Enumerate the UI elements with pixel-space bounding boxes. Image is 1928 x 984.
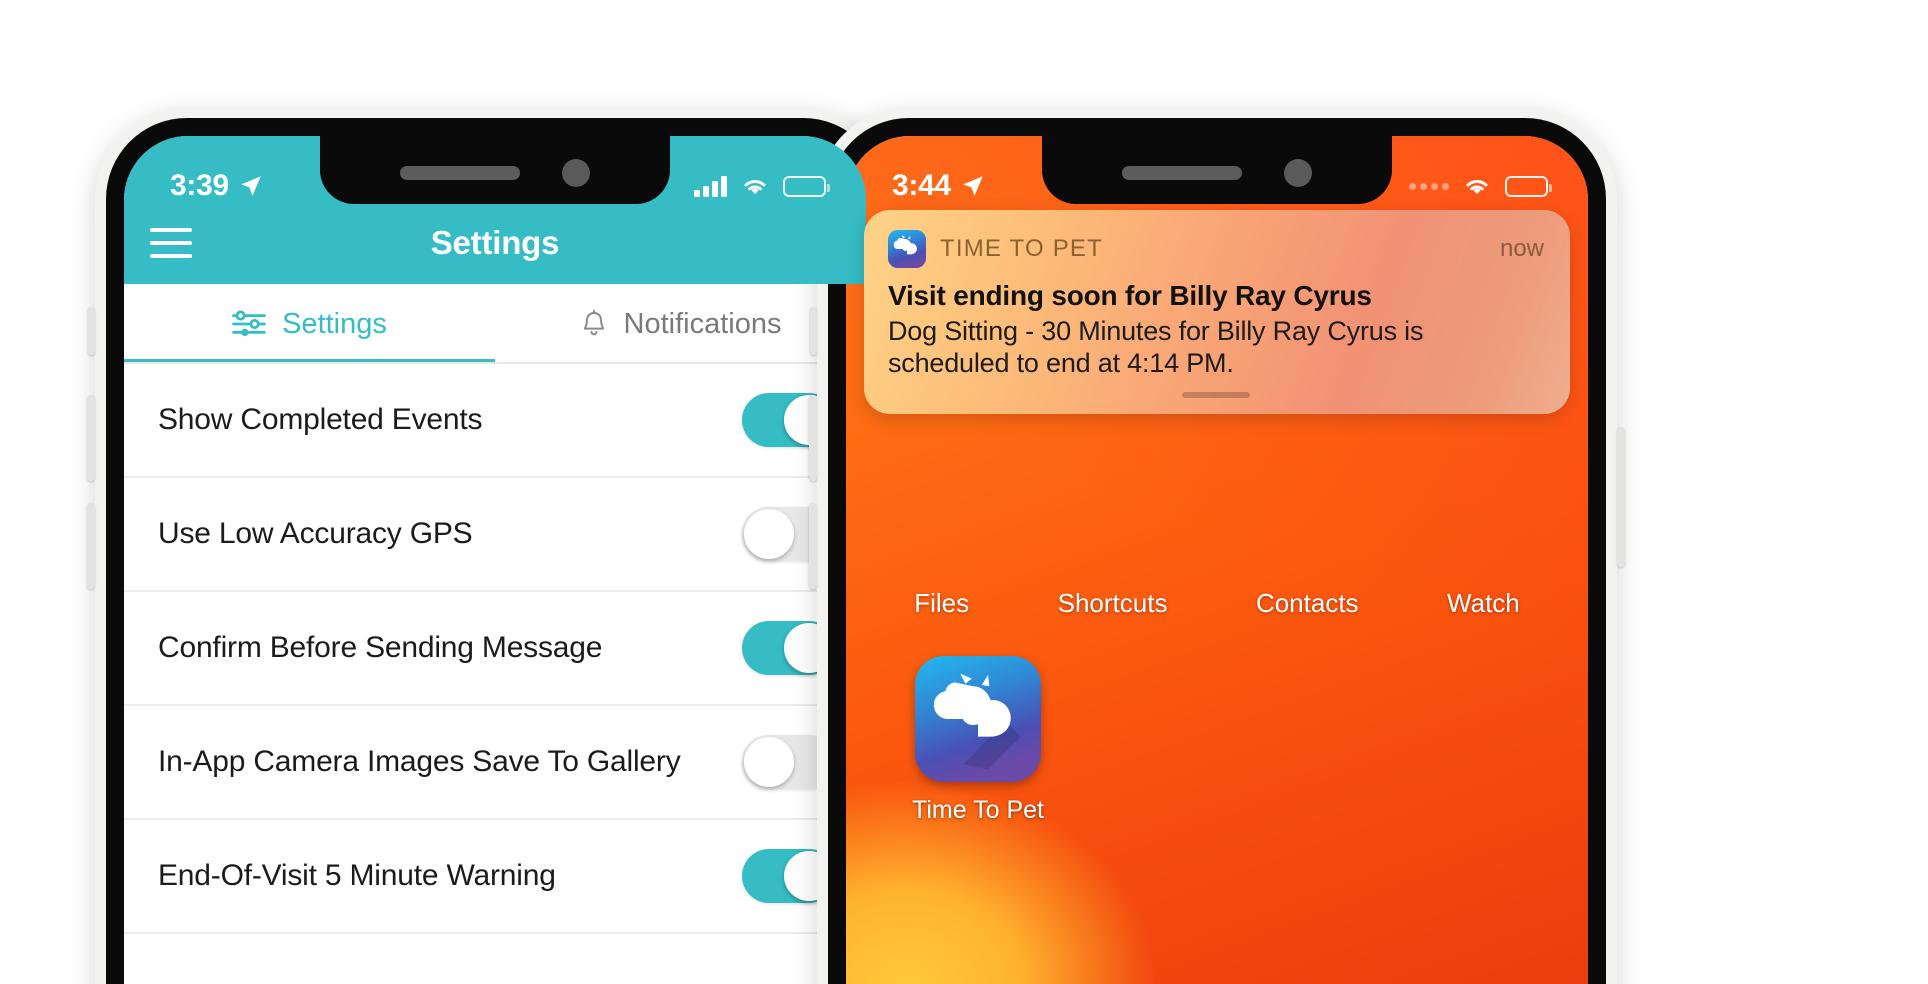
cellular-bars-icon (694, 175, 727, 197)
volume-up-button-right[interactable] (809, 395, 817, 481)
settings-row-label: Confirm Before Sending Message (158, 631, 603, 664)
front-camera-right (1284, 159, 1312, 187)
volume-up-button[interactable] (87, 395, 95, 481)
time-to-pet-app-icon[interactable] (915, 656, 1041, 782)
toggle-knob (744, 737, 794, 787)
volume-down-button[interactable] (87, 503, 95, 589)
wifi-icon (1466, 180, 1488, 195)
location-arrow-icon (963, 176, 983, 196)
status-time-right: 3:44 (892, 169, 951, 202)
right-phone-screen: 3:44 Files Shortcuts Contacts Watch Time… (846, 136, 1588, 984)
dock-label-contacts[interactable]: Contacts (1256, 588, 1359, 619)
mute-switch-right[interactable] (810, 307, 817, 355)
sliders-icon (232, 310, 266, 337)
dock-label-watch[interactable]: Watch (1447, 588, 1520, 619)
battery-icon (1505, 175, 1552, 197)
active-tab-indicator (124, 359, 495, 364)
mute-switch[interactable] (88, 307, 95, 355)
status-time: 3:39 (170, 169, 229, 202)
right-phone-device: 3:44 Files Shortcuts Contacts Watch Time… (809, 107, 1625, 984)
tab-settings[interactable]: Settings (124, 284, 495, 364)
page-title: Settings (430, 224, 560, 261)
status-right-group-right (1409, 175, 1552, 197)
notch-right (1042, 136, 1392, 204)
earpiece-speaker (400, 166, 520, 180)
notch (320, 136, 670, 204)
status-left-group-right: 3:44 (892, 169, 986, 203)
right-phone-bezel: 3:44 Files Shortcuts Contacts Watch Time… (828, 118, 1606, 984)
notification-timestamp: now (1499, 235, 1544, 262)
notification-title: Visit ending soon for Billy Ray Cyrus (888, 280, 1372, 311)
screenshot-stage: 3:39 Settings Settings Notifications Sho… (0, 0, 1928, 984)
dock-app-labels: Files Shortcuts Contacts Watch (846, 588, 1588, 619)
bell-icon (583, 309, 604, 336)
notification-banner[interactable]: TIME TO PET now Visit ending soon for Bi… (864, 210, 1570, 414)
pet-silhouette-icon (915, 656, 1041, 782)
settings-list: Show Completed Events Use Low Accuracy GP… (124, 364, 866, 934)
pet-silhouette-icon (888, 230, 926, 268)
location-arrow-icon (241, 176, 261, 196)
time-to-pet-app-icon (888, 230, 926, 268)
settings-row-label: End-Of-Visit 5 Minute Warning (158, 859, 556, 892)
app-label: Time To Pet (912, 796, 1044, 824)
notification-drag-handle[interactable] (1182, 391, 1250, 398)
tab-settings-label: Settings (282, 307, 387, 340)
tab-notifications-label: Notifications (623, 307, 782, 340)
settings-row-label: In-App Camera Images Save To Gallery (158, 745, 681, 778)
left-phone-device: 3:39 Settings Settings Notifications Sho… (87, 107, 903, 984)
power-button-right[interactable] (1617, 427, 1625, 567)
dock-label-files[interactable]: Files (914, 588, 969, 619)
settings-row-label: Use Low Accuracy GPS (158, 517, 473, 550)
settings-row-label: Show Completed Events (158, 403, 483, 436)
earpiece-speaker-right (1122, 166, 1242, 180)
settings-row[interactable]: Use Low Accuracy GPS (124, 478, 866, 592)
settings-row[interactable]: Show Completed Events (124, 364, 866, 478)
settings-row[interactable]: End-Of-Visit 5 Minute Warning (124, 820, 866, 934)
settings-row[interactable]: Confirm Before Sending Message (124, 592, 866, 706)
notification-body: Dog Sitting - 30 Minutes for Billy Ray C… (888, 316, 1424, 378)
hamburger-menu-icon[interactable] (150, 228, 192, 258)
status-right-group (694, 175, 830, 197)
cellular-dots-icon (1409, 182, 1449, 190)
notification-app-name: TIME TO PET (940, 235, 1104, 262)
tab-bar: Settings Notifications (124, 284, 866, 364)
home-app-time-to-pet[interactable]: Time To Pet (898, 656, 1058, 825)
toggle-knob (744, 509, 794, 559)
wifi-icon (744, 180, 766, 195)
settings-row[interactable]: In-App Camera Images Save To Gallery (124, 706, 866, 820)
status-left-group: 3:39 (170, 169, 264, 203)
battery-icon (783, 175, 830, 197)
volume-down-button-right[interactable] (809, 503, 817, 589)
left-phone-bezel: 3:39 Settings Settings Notifications Sho… (106, 118, 884, 984)
front-camera (562, 159, 590, 187)
dock-label-shortcuts[interactable]: Shortcuts (1058, 588, 1168, 619)
notification-header: TIME TO PET now (888, 230, 1544, 268)
left-phone-screen: 3:39 Settings Settings Notifications Sho… (124, 136, 866, 984)
